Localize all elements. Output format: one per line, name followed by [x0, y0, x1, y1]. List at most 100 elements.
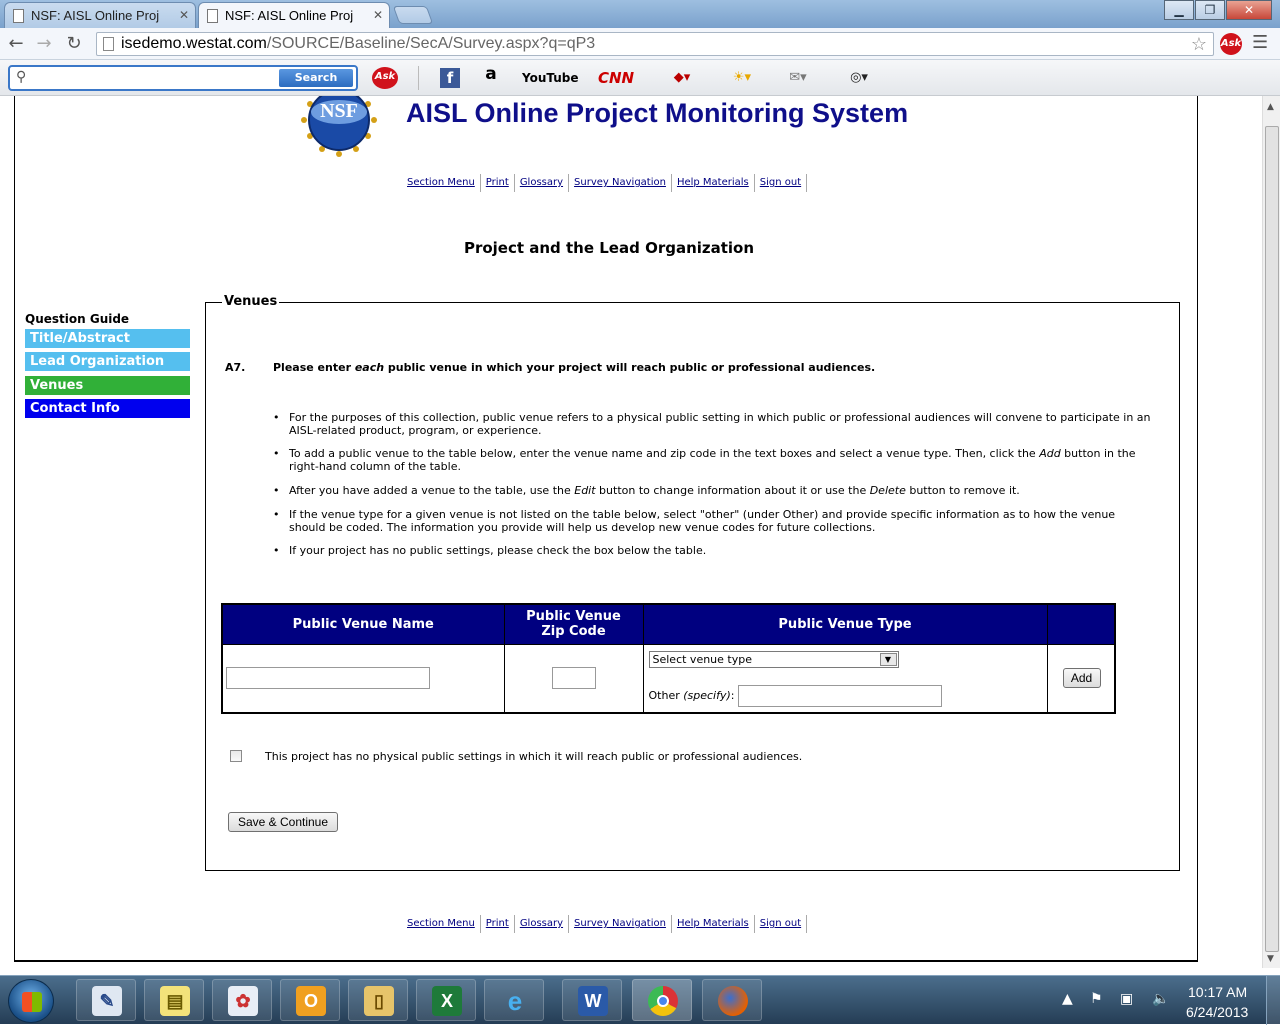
back-icon[interactable]: ← — [4, 32, 28, 56]
add-button[interactable]: Add — [1062, 667, 1101, 688]
link-help-materials[interactable]: Help Materials — [672, 174, 755, 192]
close-tab-icon[interactable]: ✕ — [179, 8, 189, 22]
ie-icon[interactable]: e — [484, 979, 544, 1021]
link-help-materials[interactable]: Help Materials — [672, 915, 755, 933]
word-icon[interactable]: W — [562, 979, 622, 1021]
other-label-emphasis: (specify) — [683, 688, 731, 702]
show-hidden-icons-icon[interactable]: ▲ — [1062, 991, 1073, 1007]
page-title: Project and the Lead Organization — [463, 239, 755, 257]
scrollbar-thumb[interactable] — [1265, 126, 1279, 952]
bullet-emphasis: Add — [1039, 447, 1061, 460]
volume-icon[interactable]: 🔈 — [1152, 991, 1169, 1007]
page-icon — [103, 37, 114, 51]
chevron-down-icon: ▼ — [879, 652, 897, 666]
cell-venue-name — [221, 643, 505, 714]
search-icon: ⚲ — [16, 69, 27, 85]
question-text-pre: Please enter — [273, 361, 355, 374]
question-guide-title: Question Guide — [25, 312, 130, 326]
clock-time[interactable]: 10:17 AM — [1188, 984, 1247, 1000]
explorer-folder-icon[interactable]: ▯ — [348, 979, 408, 1021]
instruction-bullet: For the purposes of this collection, pub… — [273, 411, 1153, 437]
link-glossary[interactable]: Glossary — [515, 174, 570, 192]
ask-extension-icon[interactable]: Ask — [1220, 33, 1242, 55]
other-label-text: Other — [648, 688, 684, 702]
paint-icon[interactable]: ✿ — [212, 979, 272, 1021]
cell-zip-code — [503, 643, 644, 714]
browser-nav-bar: ← → ↻ isedemo.westat.com/SOURCE/Baseline… — [0, 28, 1280, 60]
address-bar[interactable]: isedemo.westat.com/SOURCE/Baseline/SecA/… — [96, 32, 1214, 56]
amazon-icon[interactable]: a — [482, 64, 500, 84]
link-sign-out[interactable]: Sign out — [755, 174, 808, 192]
link-print[interactable]: Print — [481, 174, 515, 192]
instruction-bullet: If the venue type for a given venue is n… — [273, 508, 1153, 534]
windows-logo-icon — [22, 992, 42, 1012]
link-survey-navigation[interactable]: Survey Navigation — [569, 915, 672, 933]
nsf-logo: NSF — [301, 96, 377, 157]
browser-tab-2[interactable]: NSF: AISL Online Proj ✕ — [198, 2, 390, 28]
ask-logo-icon[interactable]: Ask — [372, 67, 398, 89]
show-desktop-button[interactable] — [1266, 976, 1280, 1025]
venues-legend: Venues — [222, 294, 280, 309]
page-viewport: NSF AISL Online Project Monitoring Syste… — [0, 96, 1262, 968]
venue-type-select[interactable]: Select venue type ▼ — [648, 650, 899, 668]
dictionary-icon[interactable]: ◎▾ — [838, 68, 880, 88]
link-print[interactable]: Print — [481, 915, 515, 933]
minimize-icon[interactable]: ▁ — [1164, 0, 1194, 20]
instruction-bullet: If your project has no public settings, … — [273, 544, 1153, 557]
link-sign-out[interactable]: Sign out — [755, 915, 808, 933]
link-glossary[interactable]: Glossary — [515, 915, 570, 933]
toolbar-search-input[interactable]: ⚲ Search — [8, 65, 358, 91]
guide-item-venues[interactable]: Venues — [25, 376, 190, 395]
mail-icon[interactable]: ✉▾ — [780, 68, 816, 88]
task-scheduler-icon[interactable]: ✎ — [76, 979, 136, 1021]
no-public-settings-checkbox[interactable] — [230, 750, 242, 762]
guide-item-title-abstract[interactable]: Title/Abstract — [25, 329, 190, 348]
games-icon[interactable]: ◆▾ — [664, 68, 700, 88]
outlook-icon[interactable]: O — [280, 979, 340, 1021]
question-text: Please enter each public venue in which … — [273, 361, 875, 374]
scroll-up-icon[interactable]: ▲ — [1267, 102, 1274, 112]
clock-date[interactable]: 6/24/2013 — [1186, 1004, 1248, 1020]
link-section-menu[interactable]: Section Menu — [402, 915, 481, 933]
save-continue-button[interactable]: Save & Continue — [228, 812, 338, 832]
url-host: isedemo.westat.com — [121, 35, 267, 52]
guide-item-contact-info[interactable]: Contact Info — [25, 399, 190, 418]
site-title: AISL Online Project Monitoring System — [406, 98, 909, 128]
scroll-down-icon[interactable]: ▼ — [1267, 954, 1274, 964]
guide-item-lead-organization[interactable]: Lead Organization — [25, 352, 190, 371]
close-tab-icon[interactable]: ✕ — [373, 8, 383, 22]
toolbar-divider — [418, 66, 419, 90]
new-tab-button[interactable] — [392, 6, 434, 24]
cnn-icon[interactable]: CNN — [598, 68, 634, 88]
venue-name-input[interactable] — [226, 666, 430, 689]
question-number: A7. — [225, 361, 246, 374]
sticky-notes-icon[interactable]: ▤ — [144, 979, 204, 1021]
weather-icon[interactable]: ☀▾ — [724, 68, 760, 88]
page-scrollbar[interactable]: ▲ ▼ — [1262, 96, 1280, 968]
toolbar-search-button[interactable]: Search — [279, 69, 353, 87]
restore-icon[interactable]: ❐ — [1195, 0, 1225, 20]
start-button[interactable] — [8, 979, 54, 1023]
forward-icon[interactable]: → — [32, 32, 56, 56]
facebook-icon[interactable]: f — [440, 68, 460, 88]
firefox-icon[interactable] — [702, 979, 762, 1021]
network-icon[interactable]: ▣ — [1120, 991, 1133, 1007]
windows-taskbar: ✎ ▤ ✿ O ▯ X e W ▲ ⚑ ▣ 🔈 10:17 AM 6/24/20… — [0, 975, 1280, 1025]
excel-icon[interactable]: X — [416, 979, 476, 1021]
action-center-flag-icon[interactable]: ⚑ — [1090, 991, 1103, 1007]
bullet-text: To add a public venue to the table below… — [289, 447, 1040, 460]
zip-code-input[interactable] — [551, 666, 596, 689]
reload-icon[interactable]: ↻ — [62, 32, 86, 56]
bullet-text: After you have added a venue to the tabl… — [289, 484, 575, 497]
link-section-menu[interactable]: Section Menu — [402, 174, 481, 192]
browser-tab-1[interactable]: NSF: AISL Online Proj ✕ — [4, 2, 196, 28]
link-survey-navigation[interactable]: Survey Navigation — [569, 174, 672, 192]
tab-title: NSF: AISL Online Proj — [225, 8, 354, 23]
other-specify-input[interactable] — [737, 684, 942, 707]
chrome-icon[interactable] — [632, 979, 692, 1021]
venues-fieldset — [205, 302, 1180, 871]
wrench-menu-icon[interactable]: ☰ — [1252, 32, 1268, 53]
close-window-icon[interactable]: ✕ — [1226, 0, 1272, 20]
bookmark-star-icon[interactable]: ☆ — [1191, 33, 1207, 55]
youtube-icon[interactable]: YouTube — [522, 68, 579, 88]
